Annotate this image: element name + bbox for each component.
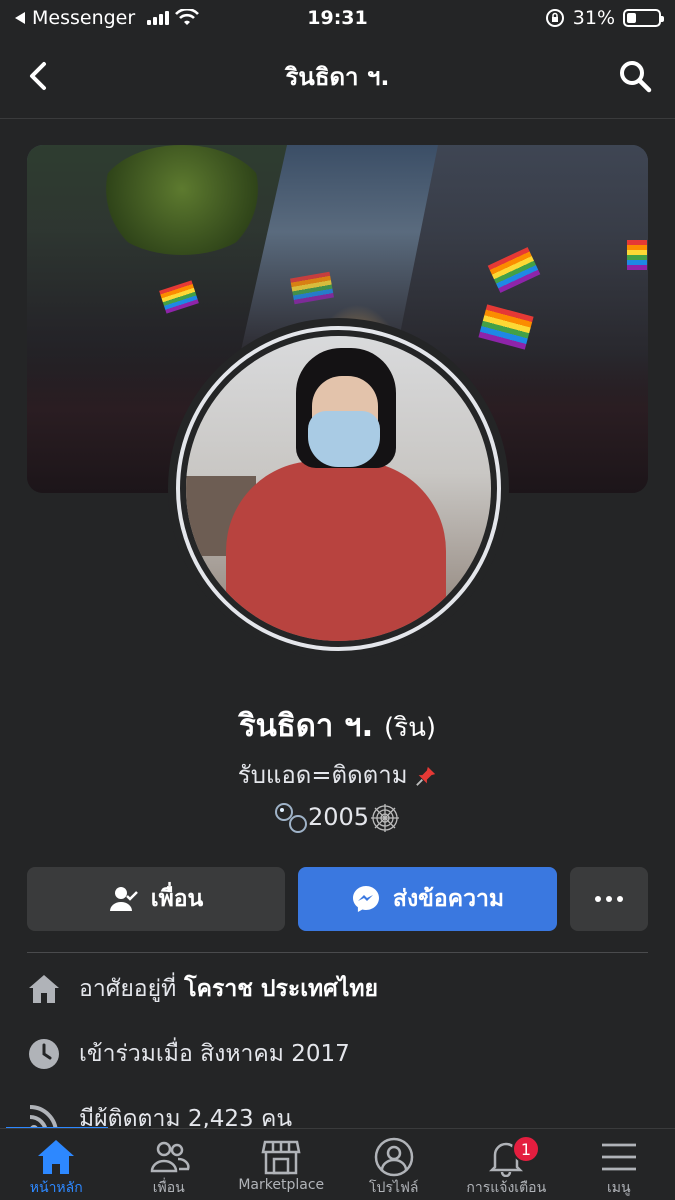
profile-name-text: รินธิดา ฯ. xyxy=(238,708,374,744)
home-detail-icon xyxy=(27,972,61,1006)
friend-check-icon xyxy=(109,887,138,911)
rainbow-flag-icon xyxy=(627,240,647,270)
message-button-label: ส่งข้อความ xyxy=(392,886,505,912)
tab-profile-label: โปรไฟล์ xyxy=(369,1180,419,1196)
tab-marketplace[interactable]: Marketplace xyxy=(225,1129,338,1200)
back-triangle-icon xyxy=(15,12,25,24)
profile-picture-border xyxy=(176,326,501,651)
header-divider xyxy=(0,118,675,119)
home-icon xyxy=(38,1140,75,1174)
detail-joined: เข้าร่วมเมื่อ สิงหาคม 2017 xyxy=(27,1034,648,1074)
bubbles-icon xyxy=(274,803,307,833)
marketplace-icon xyxy=(261,1140,301,1175)
friends-button[interactable]: เพื่อน xyxy=(27,867,285,931)
more-options-button[interactable] xyxy=(570,867,648,931)
back-arrow-icon[interactable] xyxy=(24,58,54,94)
bio-line-1-text: รับแอด=ติดตาม xyxy=(237,761,408,789)
message-button[interactable]: ส่งข้อความ xyxy=(298,867,557,931)
battery-icon xyxy=(623,9,664,27)
section-divider xyxy=(27,952,648,953)
tab-notifications[interactable]: 1 การแจ้งเตือน xyxy=(450,1129,563,1200)
bio-line-2-text: 2005 xyxy=(307,803,370,831)
pushpin-icon xyxy=(416,766,436,786)
notification-badge: 1 xyxy=(512,1135,540,1163)
tab-notifications-label: การแจ้งเตือน xyxy=(466,1180,547,1196)
photo-shirt xyxy=(226,461,446,641)
tab-menu-label: เมนู xyxy=(606,1180,631,1196)
back-app-label: Messenger xyxy=(32,7,136,29)
tab-profile[interactable]: โปรไฟล์ xyxy=(338,1129,451,1200)
tab-friends[interactable]: เพื่อน xyxy=(113,1129,226,1200)
rainbow-flag-icon xyxy=(290,271,334,305)
profile-icon xyxy=(374,1137,413,1177)
menu-icon xyxy=(601,1143,636,1171)
cover-tree xyxy=(97,145,267,255)
profile-picture[interactable] xyxy=(168,318,509,659)
bottom-tab-bar: หน้าหลัก เพื่อน Marketplace โปรไฟล์ 1 กา… xyxy=(0,1128,675,1200)
clock-icon xyxy=(27,1037,61,1071)
spider-web-icon xyxy=(371,804,400,832)
search-icon[interactable] xyxy=(617,58,653,94)
lives-in-prefix: อาศัยอยู่ที่ xyxy=(79,976,177,1002)
photo-mask xyxy=(308,411,380,467)
messenger-icon xyxy=(352,886,379,912)
profile-name: รินธิดา ฯ. (ริน) xyxy=(0,700,675,750)
orientation-lock-icon xyxy=(545,9,564,27)
friends-button-label: เพื่อน xyxy=(150,886,204,912)
lives-in-value[interactable]: โคราช ประเทศไทย xyxy=(184,971,378,1007)
battery-percent: 31% xyxy=(572,7,615,29)
tab-home-label: หน้าหลัก xyxy=(29,1180,83,1196)
more-dots-icon xyxy=(595,896,623,902)
profile-photo xyxy=(186,336,491,641)
status-bar: Messenger 19:31 31% xyxy=(0,0,675,36)
battery-fill xyxy=(627,13,637,23)
detail-lives-in: อาศัยอยู่ที่ โคราช ประเทศไทย xyxy=(27,969,648,1009)
friends-icon xyxy=(150,1141,190,1173)
tab-marketplace-label: Marketplace xyxy=(238,1177,325,1193)
bio-line-1: รับแอด=ติดตาม xyxy=(0,755,675,794)
joined-text: เข้าร่วมเมื่อ สิงหาคม 2017 xyxy=(79,1041,350,1067)
top-navigation: รินธิดา ฯ. xyxy=(0,44,675,108)
tab-friends-label: เพื่อน xyxy=(152,1180,185,1196)
tab-menu[interactable]: เมนู xyxy=(563,1129,675,1200)
profile-nickname: (ริน) xyxy=(384,713,437,743)
page-title: รินธิดา ฯ. xyxy=(285,62,390,91)
wifi-icon xyxy=(175,9,200,25)
tab-home[interactable]: หน้าหลัก xyxy=(0,1129,113,1200)
bio-line-2: 2005 xyxy=(0,802,675,834)
back-to-app[interactable]: Messenger xyxy=(14,7,254,29)
signal-icon xyxy=(147,11,170,25)
